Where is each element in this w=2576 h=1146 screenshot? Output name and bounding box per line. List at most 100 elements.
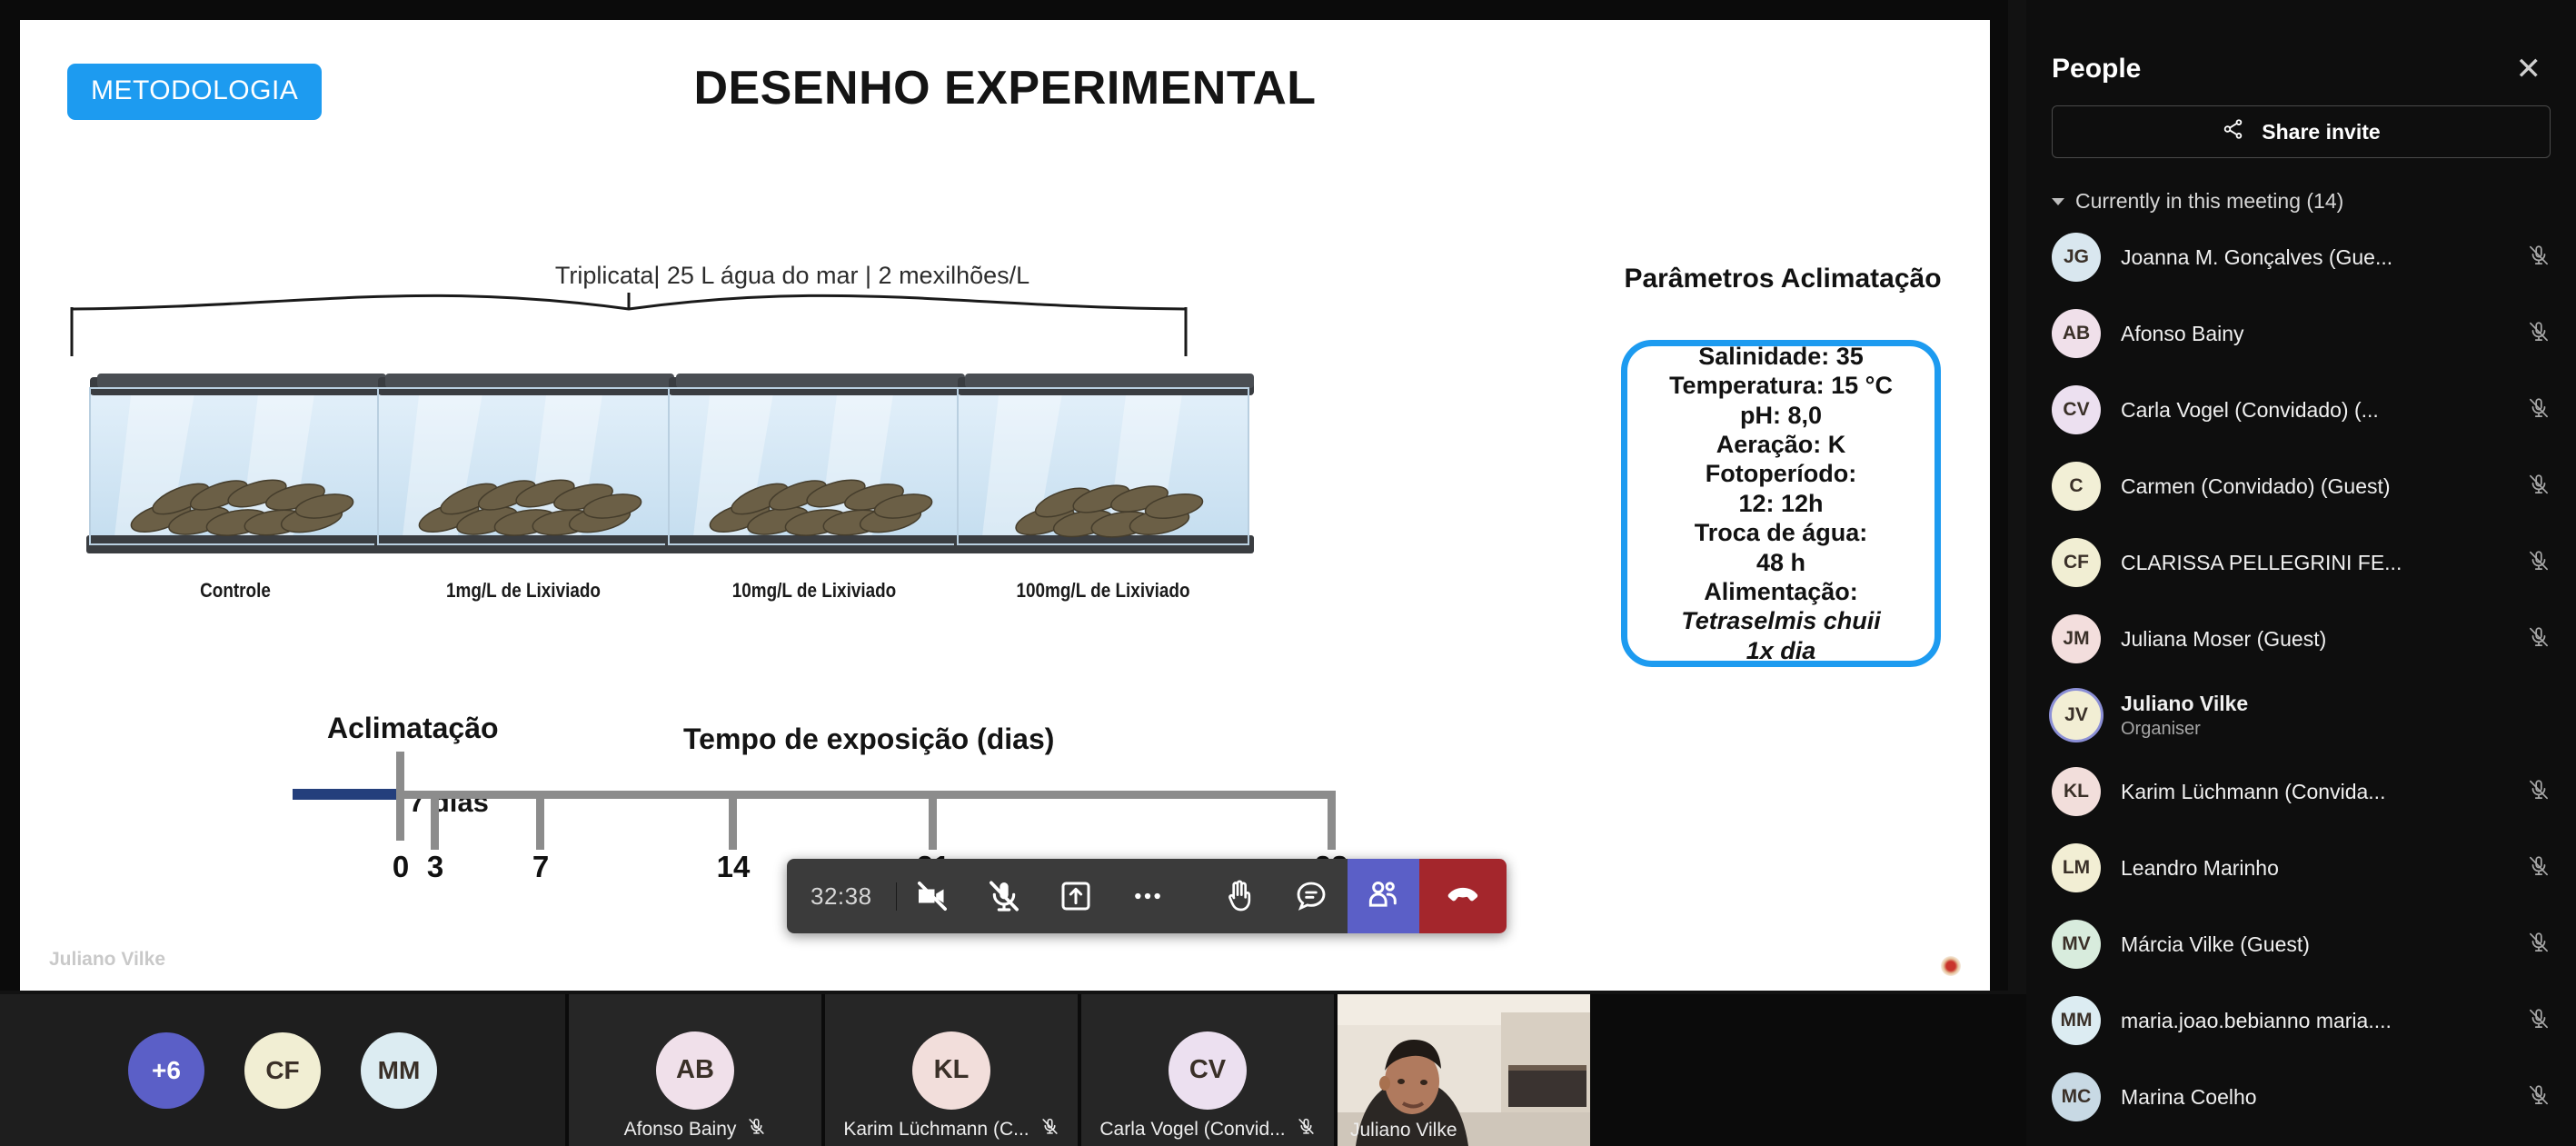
overflow-count-badge: +6 [128, 1031, 204, 1109]
tile-caption: Afonso Bainy [569, 1117, 821, 1141]
share-invite-button[interactable]: Share invite [2052, 105, 2551, 158]
participant-name: Afonso Bainy [2121, 321, 2244, 345]
mic-off-icon[interactable] [2527, 1007, 2551, 1035]
toolbar-media-segment [896, 859, 1184, 933]
overflow-participants-tile[interactable]: +6 CF MM [0, 994, 565, 1146]
param-line: Alimentação: [1704, 577, 1858, 605]
aquarium-row: Controle 1mg/L de Lixiviado 10mg/L de Li… [20, 361, 1565, 624]
participants-section-header[interactable]: Currently in this meeting (14) [2052, 189, 2551, 214]
bracket-note: Triplicata| 25 L água do mar | 2 mexilhõ… [554, 262, 1030, 289]
participant-name: Marina Coelho [2121, 1084, 2257, 1109]
participant-name: Karim Lüchmann (Convida... [2121, 779, 2386, 803]
mic-off-icon[interactable] [2527, 854, 2551, 882]
participant-row[interactable]: JG Joanna M. Gonçalves (Gue... [2052, 219, 2551, 295]
close-icon[interactable]: ✕ [2507, 48, 2551, 90]
participant-tile[interactable]: AB Afonso Bainy [569, 994, 821, 1146]
avatar: KL [912, 1031, 990, 1110]
chevron-down-icon [2052, 197, 2064, 205]
tile-caption: Juliano Vilke [1338, 1120, 1590, 1141]
participant-row[interactable]: MM maria.joao.bebianno maria.... [2052, 982, 2551, 1059]
param-line: pH: 8,0 [1739, 401, 1823, 429]
share-invite-label: Share invite [2262, 119, 2381, 144]
mic-off-icon[interactable] [969, 859, 1040, 933]
timeline-tick: 14 [716, 850, 751, 883]
participant-name: Afonso Bainy [623, 1118, 737, 1140]
mic-off-icon[interactable] [2527, 549, 2551, 577]
avatar: LM [2052, 843, 2101, 892]
participant-row[interactable]: C Carmen (Convidado) (Guest) [2052, 448, 2551, 524]
participant-row[interactable]: MC Marina Coelho [2052, 1059, 2551, 1135]
mic-off-icon [747, 1117, 766, 1141]
param-line: Salinidade: 35 [1698, 342, 1864, 370]
people-icon[interactable] [1347, 859, 1419, 933]
aquarium-tank: 1mg/L de Lixiviado [365, 361, 681, 602]
more-options-icon[interactable] [1112, 859, 1184, 933]
people-panel: People ✕ Share invite Currently in this … [2026, 0, 2576, 1146]
participant-row[interactable]: CV Carla Vogel (Convidado) (... [2052, 372, 2551, 448]
mic-off-icon[interactable] [2527, 473, 2551, 501]
toolbar-left-segment: 32:38 [787, 859, 897, 933]
hang-up-icon[interactable] [1418, 859, 1507, 933]
chat-icon[interactable] [1276, 859, 1348, 933]
mic-off-icon[interactable] [2527, 625, 2551, 653]
panel-title: People [2052, 54, 2142, 84]
avatar: MM [2052, 996, 2101, 1045]
mic-off-icon[interactable] [2527, 778, 2551, 806]
meeting-timer: 32:38 [787, 882, 897, 911]
avatar: AB [656, 1031, 734, 1110]
avatar: CF [244, 1031, 321, 1109]
camera-off-icon[interactable] [897, 859, 969, 933]
participant-name: Juliana Moser (Guest) [2121, 626, 2327, 651]
participant-row-organiser[interactable]: JV Juliano Vilke Organiser [2052, 677, 2551, 753]
mic-off-icon [1040, 1117, 1059, 1141]
participant-tile[interactable]: CV Carla Vogel (Convid... [1081, 994, 1334, 1146]
mic-off-icon [1297, 1117, 1316, 1141]
mic-off-icon[interactable] [2527, 244, 2551, 272]
aquarium-tank: 10mg/L de Lixiviado [656, 361, 972, 602]
participant-tile-video[interactable]: Juliano Vilke [1338, 994, 1590, 1146]
participant-name: maria.joao.bebianno maria.... [2121, 1008, 2392, 1032]
share-screen-icon[interactable] [1040, 859, 1112, 933]
toolbar-divider [1183, 859, 1204, 933]
avatar: CV [2052, 385, 2101, 434]
params-box: Salinidade: 35 Temperatura: 15 °C pH: 8,… [1621, 340, 1941, 667]
timeline-tick: 3 [426, 850, 444, 883]
timeline-tick: 7 [532, 850, 550, 883]
participant-row[interactable]: LM Leandro Marinho [2052, 830, 2551, 906]
participant-row[interactable]: KL Karim Lüchmann (Convida... [2052, 753, 2551, 830]
avatar: JV [2052, 691, 2101, 740]
participant-tile[interactable]: KL Karim Lüchmann (C... [825, 994, 1078, 1146]
meeting-window: METODOLOGIA DESENHO EXPERIMENTAL Triplic… [0, 0, 2576, 1146]
participant-name: Karim Lüchmann (C... [843, 1118, 1029, 1140]
people-panel-header: People ✕ [2052, 0, 2551, 105]
participant-row[interactable]: CF CLARISSA PELLEGRINI FE... [2052, 524, 2551, 601]
toolbar-reaction-segment [1203, 859, 1348, 933]
participant-filmstrip: +6 CF MM AB Afonso Bainy KL Karim Lüchma… [0, 994, 2026, 1146]
mic-off-icon[interactable] [2527, 396, 2551, 424]
avatar: MV [2052, 920, 2101, 969]
participant-name: Carla Vogel (Convidado) (... [2121, 397, 2379, 422]
experiment-timeline: Aclimatação Tempo de exposição (dias) 7 … [293, 697, 1348, 883]
params-list: Salinidade: 35 Temperatura: 15 °C pH: 8,… [1664, 342, 1898, 665]
param-line: Troca de água: [1694, 519, 1868, 547]
slide-watermark: Juliano Vilke [49, 949, 165, 970]
mic-off-icon[interactable] [2527, 931, 2551, 959]
param-line-species: Tetraselmis chuii [1681, 607, 1881, 635]
param-line: 12: 12h [1738, 489, 1824, 517]
mic-off-icon[interactable] [2527, 1083, 2551, 1111]
tile-caption: Karim Lüchmann (C... [825, 1117, 1078, 1141]
param-line: 48 h [1755, 548, 1806, 576]
participant-name: Leandro Marinho [2121, 855, 2279, 880]
avatar: KL [2052, 767, 2101, 816]
participant-row[interactable]: JM Juliana Moser (Guest) [2052, 601, 2551, 677]
presentation-slide: METODOLOGIA DESENHO EXPERIMENTAL Triplic… [20, 20, 1990, 991]
mic-off-icon[interactable] [2527, 320, 2551, 348]
avatar: AB [2052, 309, 2101, 358]
tank-group-bracket [70, 280, 1188, 358]
participant-row[interactable]: AB Afonso Bainy [2052, 295, 2551, 372]
avatar: MC [2052, 1072, 2101, 1121]
share-icon [2222, 117, 2245, 146]
participant-row[interactable]: MV Márcia Vilke (Guest) [2052, 906, 2551, 982]
raise-hand-icon[interactable] [1204, 859, 1276, 933]
param-line: Aeração: K [1716, 431, 1846, 459]
